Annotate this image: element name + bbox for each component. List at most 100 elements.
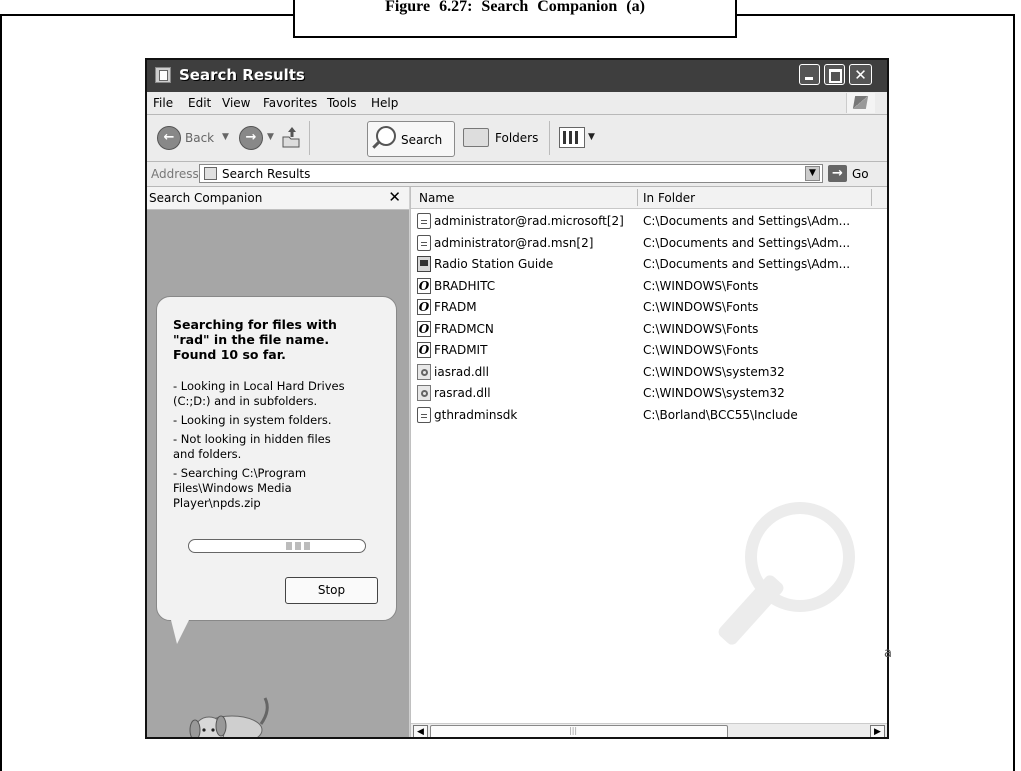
- file-folder: C:\WINDOWS\Fonts: [643, 300, 759, 314]
- toolbar-separator: [309, 121, 310, 155]
- file-name: administrator@rad.microsoft[2]: [434, 214, 624, 228]
- table-row[interactable]: Radio Station Guide C:\Documents and Sett…: [411, 254, 887, 276]
- search-results-icon: [204, 167, 217, 180]
- address-value: Search Results: [222, 167, 311, 181]
- toolbar-separator: [549, 121, 550, 155]
- file-folder: C:\WINDOWS\system32: [643, 386, 785, 400]
- file-folder: C:\WINDOWS\Fonts: [643, 278, 759, 293]
- search-companion-title: Search Companion: [149, 191, 263, 205]
- close-pane-icon[interactable]: ✕: [388, 188, 401, 206]
- views-dropdown-icon[interactable]: ▼: [588, 132, 595, 142]
- maximize-button[interactable]: [824, 64, 845, 85]
- address-bar: Address Search Results ▼ → Go: [147, 162, 887, 187]
- minimize-button[interactable]: [799, 64, 820, 85]
- file-folder: C:\Documents and Settings\Adm...: [643, 235, 851, 250]
- up-folder-icon[interactable]: [281, 125, 301, 149]
- results-list: Name In Folder administrator@rad.microso…: [410, 187, 887, 737]
- table-row[interactable]: rasrad.dll C:\WINDOWS\system32: [411, 383, 887, 405]
- file-folder: C:\Documents and Settings\Adm...: [643, 214, 851, 228]
- forward-arrow-icon[interactable]: →: [239, 126, 263, 150]
- bubble-tail: [171, 620, 189, 644]
- file-name: administrator@rad.msn[2]: [434, 235, 594, 250]
- table-row[interactable]: O FRADMIT C:\WINDOWS\Fonts: [411, 340, 887, 362]
- search-status-item: - Not looking in hidden files and folder…: [173, 432, 331, 461]
- back-arrow-icon[interactable]: ←: [157, 126, 181, 150]
- magnifier-watermark-handle: [716, 572, 786, 648]
- stop-button[interactable]: Stop: [285, 577, 378, 604]
- scroll-left-icon[interactable]: ◀: [413, 725, 428, 737]
- file-folder: C:\Borland\BCC55\Include: [643, 407, 798, 422]
- folders-icon[interactable]: [463, 128, 489, 147]
- file-name: FRADMIT: [434, 343, 488, 357]
- views-icon[interactable]: [559, 127, 585, 148]
- search-magnifier-icon: [376, 126, 396, 146]
- table-row[interactable]: O FRADMCN C:\WINDOWS\Fonts: [411, 319, 887, 341]
- search-button[interactable]: Search: [367, 121, 455, 157]
- search-results-window: Search Results ✕ File Edit View Favorite…: [145, 58, 889, 739]
- search-companion-header: Search Companion ✕: [147, 187, 409, 210]
- search-dog-icon: [189, 697, 269, 737]
- file-name: iasrad.dll: [434, 364, 489, 379]
- file-folder: C:\Documents and Settings\Adm...: [643, 257, 851, 271]
- title-bar[interactable]: Search Results ✕: [147, 60, 887, 92]
- menu-favorites[interactable]: Favorites: [263, 96, 317, 110]
- table-row[interactable]: iasrad.dll C:\WINDOWS\system32: [411, 362, 887, 384]
- back-button[interactable]: Back: [185, 131, 214, 145]
- scrollbar-thumb[interactable]: [430, 725, 728, 737]
- go-arrow-icon[interactable]: →: [828, 165, 847, 182]
- font-file-icon: O: [417, 299, 431, 315]
- doc-file-icon: [417, 406, 431, 423]
- folders-button[interactable]: Folders: [495, 131, 538, 145]
- horizontal-scrollbar[interactable]: ◀ ▶: [411, 723, 887, 737]
- font-file-icon: O: [417, 277, 431, 294]
- search-results-icon: [155, 67, 171, 83]
- file-name: BRADHITC: [434, 278, 496, 293]
- table-row[interactable]: administrator@rad.microsoft[2] C:\Documen…: [411, 211, 887, 233]
- page-edge-letter: a: [884, 646, 892, 661]
- table-row[interactable]: administrator@rad.msn[2] C:\Documents and…: [411, 233, 887, 255]
- figure-caption: Figure 6.27: Search Companion (a): [293, 0, 737, 38]
- table-row[interactable]: O FRADM C:\WINDOWS\Fonts: [411, 297, 887, 319]
- font-file-icon: O: [417, 342, 431, 358]
- scroll-right-icon[interactable]: ▶: [870, 725, 885, 737]
- radio-file-icon: [417, 256, 431, 272]
- file-folder: C:\WINDOWS\system32: [643, 364, 785, 379]
- close-button[interactable]: ✕: [849, 64, 872, 85]
- search-companion-pane: Searching for files with "rad" in the fi…: [147, 210, 409, 737]
- column-name[interactable]: Name: [419, 191, 454, 205]
- search-status-list: - Looking in Local Hard Drives (C:;D:) a…: [173, 379, 393, 515]
- doc-file-icon: [417, 234, 431, 251]
- column-in-folder[interactable]: In Folder: [643, 191, 695, 205]
- search-button-label: Search: [401, 133, 443, 147]
- file-name: gthradminsdk: [434, 407, 518, 422]
- back-dropdown-icon[interactable]: ▼: [222, 132, 229, 142]
- menu-help[interactable]: Help: [371, 96, 398, 110]
- menu-tools[interactable]: Tools: [327, 96, 357, 110]
- column-header: Name In Folder: [411, 187, 887, 209]
- file-name: FRADMCN: [434, 321, 494, 336]
- go-button[interactable]: Go: [852, 167, 869, 181]
- table-row[interactable]: O BRADHITC C:\WINDOWS\Fonts: [411, 276, 887, 298]
- results-rows: administrator@rad.microsoft[2] C:\Documen…: [411, 211, 887, 426]
- window-title: Search Results: [179, 66, 305, 84]
- search-status-item: - Searching C:\Program Files\Windows Med…: [173, 466, 307, 510]
- menu-edit[interactable]: Edit: [188, 96, 211, 110]
- menu-file[interactable]: File: [153, 96, 173, 110]
- toolbar: ← Back ▼ → ▼ Search Folders ▼: [147, 115, 887, 162]
- close-icon: ✕: [854, 66, 867, 84]
- doc-file-icon: [417, 213, 431, 229]
- dll-file-icon: [417, 385, 431, 401]
- dll-file-icon: [417, 363, 431, 380]
- address-label: Address: [151, 167, 199, 181]
- file-name: FRADM: [434, 300, 477, 314]
- menu-bar: File Edit View Favorites Tools Help: [147, 92, 887, 115]
- table-row[interactable]: gthradminsdk C:\Borland\BCC55\Include: [411, 405, 887, 427]
- forward-dropdown-icon[interactable]: ▼: [267, 132, 274, 142]
- file-name: Radio Station Guide: [434, 257, 554, 271]
- file-folder: C:\WINDOWS\Fonts: [643, 321, 759, 336]
- file-folder: C:\WINDOWS\Fonts: [643, 343, 759, 357]
- address-dropdown-icon[interactable]: ▼: [805, 166, 820, 181]
- address-field[interactable]: Search Results ▼: [199, 164, 823, 183]
- menu-view[interactable]: View: [222, 96, 250, 110]
- search-status-item: - Looking in Local Hard Drives (C:;D:) a…: [173, 379, 345, 408]
